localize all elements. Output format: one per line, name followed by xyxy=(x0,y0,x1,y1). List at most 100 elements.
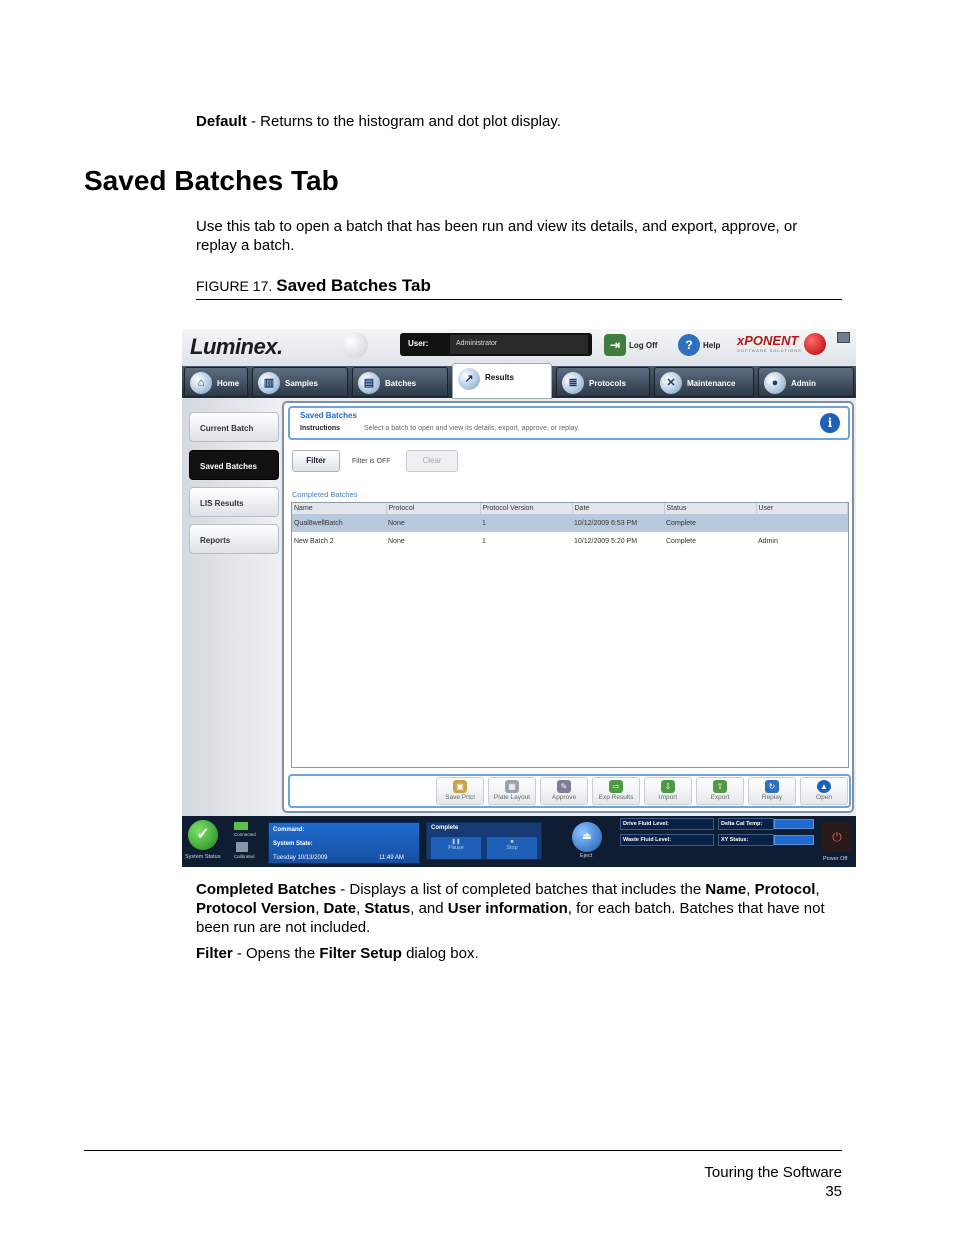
approve-button[interactable]: ✎ Approve xyxy=(540,777,588,805)
export-results-button[interactable]: ⇨ Exp Results xyxy=(592,777,640,805)
filter-setup-term: Filter Setup xyxy=(319,945,402,962)
user-value: Administrator xyxy=(450,335,588,354)
column-header-protocol-version[interactable]: Protocol Version xyxy=(480,503,573,514)
import-button[interactable]: ⇩ Import xyxy=(644,777,692,805)
cell-user: Admin xyxy=(758,537,778,545)
open-button[interactable]: ▲ Open xyxy=(800,777,848,805)
system-state-label: System State: xyxy=(273,841,313,847)
tab-results[interactable]: ↗ Results xyxy=(452,363,552,399)
sidebar-item-saved-batches[interactable]: Saved Batches xyxy=(189,450,279,480)
logoff-button[interactable]: ⇥ Log Off xyxy=(604,334,657,358)
action-label: Exp Results xyxy=(598,794,634,801)
action-label: Save Prtcl xyxy=(445,794,475,801)
text-run: , xyxy=(746,881,751,898)
table-row[interactable]: Qual8wellBatch None 1 10/12/2009 6:53 PM… xyxy=(292,514,848,532)
delta-cal-bar xyxy=(774,819,814,829)
xy-status-bar xyxy=(774,835,814,845)
export-button[interactable]: ⇧ Export xyxy=(696,777,744,805)
info-icon[interactable]: i xyxy=(820,413,840,433)
cell-protocol: None xyxy=(388,537,405,545)
waste-fluid-label: Waste Fluid Level: xyxy=(620,834,714,846)
intro-paragraph: Use this tab to open a batch that has be… xyxy=(196,218,798,254)
batches-icon: ▤ xyxy=(358,372,380,394)
text-run: - Displays a list of completed batches t… xyxy=(336,881,706,898)
tab-protocols[interactable]: ≣ Protocols xyxy=(556,367,650,397)
action-label: Export xyxy=(710,794,730,801)
app-topbar: Luminex. User: Administrator ⇥ Log Off ? H… xyxy=(182,329,856,366)
sidebar-item-reports[interactable]: Reports xyxy=(189,524,279,554)
table-row[interactable]: New Batch 2 None 1 10/12/2009 5:20 PM Co… xyxy=(292,532,848,550)
filter-paragraph: Filter - Opens the Filter Setup dialog b… xyxy=(196,944,842,963)
column-header-user[interactable]: User xyxy=(756,503,848,514)
help-icon: ? xyxy=(678,334,700,356)
action-label: Import xyxy=(658,794,678,801)
tab-label: Maintenance xyxy=(687,379,736,388)
main-tab-bar: ⌂ Home ▥ Samples ▤ Batches ↗ Results ≣ Protoc… xyxy=(182,363,856,399)
instructions-text: Select a batch to open and view its deta… xyxy=(364,425,580,432)
column-header-status[interactable]: Status xyxy=(664,503,757,514)
plate-layout-button[interactable]: ▦ Plate Layout xyxy=(488,777,536,805)
text-run: - Opens the xyxy=(232,945,320,962)
filter-button[interactable]: Filter xyxy=(292,450,340,472)
tab-admin[interactable]: ● Admin xyxy=(758,367,854,397)
time-label: 11:49 AM xyxy=(379,855,404,861)
xponent-logo: xPONENT xyxy=(737,333,799,348)
tab-label: Home xyxy=(217,379,240,388)
save-icon: ▣ xyxy=(453,780,467,793)
text-run: , and xyxy=(410,900,448,917)
sidebar-item-lis-results[interactable]: LIS Results xyxy=(189,487,279,517)
instructions-label: Instructions xyxy=(300,425,341,432)
replay-button[interactable]: ↻ Replay xyxy=(748,777,796,805)
system-ok-icon[interactable]: ✓ xyxy=(188,820,218,850)
save-protocol-button[interactable]: ▣ Save Prtcl xyxy=(436,777,484,805)
filter-term: Filter xyxy=(196,945,233,962)
clear-button[interactable]: Clear xyxy=(406,450,458,472)
figure-number: FIGURE 17. xyxy=(196,278,273,294)
figure-caption: FIGURE 17. Saved Batches Tab xyxy=(196,276,842,300)
column-header-protocol[interactable]: Protocol xyxy=(386,503,481,514)
power-off-button[interactable]: ⏻ xyxy=(822,822,852,852)
logoff-icon: ⇥ xyxy=(604,334,626,356)
completed-batches-table: Name Protocol Protocol Version Date Stat… xyxy=(291,502,849,768)
system-status-bar: ✓ System Status Connected Calibrated Com… xyxy=(182,816,856,867)
connected-label: Connected xyxy=(234,832,256,837)
panel-title: Saved Batches xyxy=(300,411,357,420)
drive-fluid-label: Drive Fluid Level: xyxy=(620,818,714,830)
sidebar-item-current-batch[interactable]: Current Batch xyxy=(189,412,279,442)
completed-batches-label: Completed Batches xyxy=(292,490,358,499)
tab-home[interactable]: ⌂ Home xyxy=(184,367,248,397)
protocols-icon: ≣ xyxy=(562,372,584,394)
help-label: Help xyxy=(703,340,721,350)
datetime-label: Tuesday 10/13/2009 xyxy=(273,855,328,861)
eject-button[interactable]: ⏏ xyxy=(572,822,602,852)
term-status: Status xyxy=(364,900,411,917)
window-menu-icon[interactable] xyxy=(837,332,850,343)
tab-label: Protocols xyxy=(589,379,626,388)
filter-status: Filter is OFF xyxy=(352,458,391,465)
default-term: Default xyxy=(196,113,247,130)
term-user-information: User information xyxy=(447,900,568,917)
tab-batches[interactable]: ▤ Batches xyxy=(352,367,448,397)
help-button[interactable]: ? Help xyxy=(678,334,720,358)
tab-samples[interactable]: ▥ Samples xyxy=(252,367,348,397)
column-header-name[interactable]: Name xyxy=(292,503,387,514)
tab-label: Results xyxy=(485,373,514,382)
cell-name: New Batch 2 xyxy=(294,537,334,545)
pause-button[interactable]: ❚❚ Pause xyxy=(431,837,481,859)
tab-label: Batches xyxy=(385,379,417,388)
command-panel: Command: System State: Tuesday 10/13/200… xyxy=(268,822,420,864)
state-label: Complete xyxy=(431,825,459,831)
delta-cal-label: Delta Cal Temp: xyxy=(718,818,774,830)
column-header-date[interactable]: Date xyxy=(572,503,665,514)
cell-status: Complete xyxy=(666,537,696,545)
admin-icon: ● xyxy=(764,372,786,394)
tab-label: Admin xyxy=(791,379,816,388)
text-run: , xyxy=(815,881,820,898)
cell-date: 10/12/2009 5:20 PM xyxy=(574,537,638,545)
import-icon: ⇩ xyxy=(661,780,675,793)
tab-maintenance[interactable]: ✕ Maintenance xyxy=(654,367,754,397)
stop-button[interactable]: ■ Stop xyxy=(487,837,537,859)
action-bar: ▣ Save Prtcl ▦ Plate Layout ✎ Approve ⇨ Exp … xyxy=(288,774,851,808)
default-paragraph: Default - Returns to the histogram and d… xyxy=(196,112,842,131)
stop-label: Stop xyxy=(506,845,518,851)
